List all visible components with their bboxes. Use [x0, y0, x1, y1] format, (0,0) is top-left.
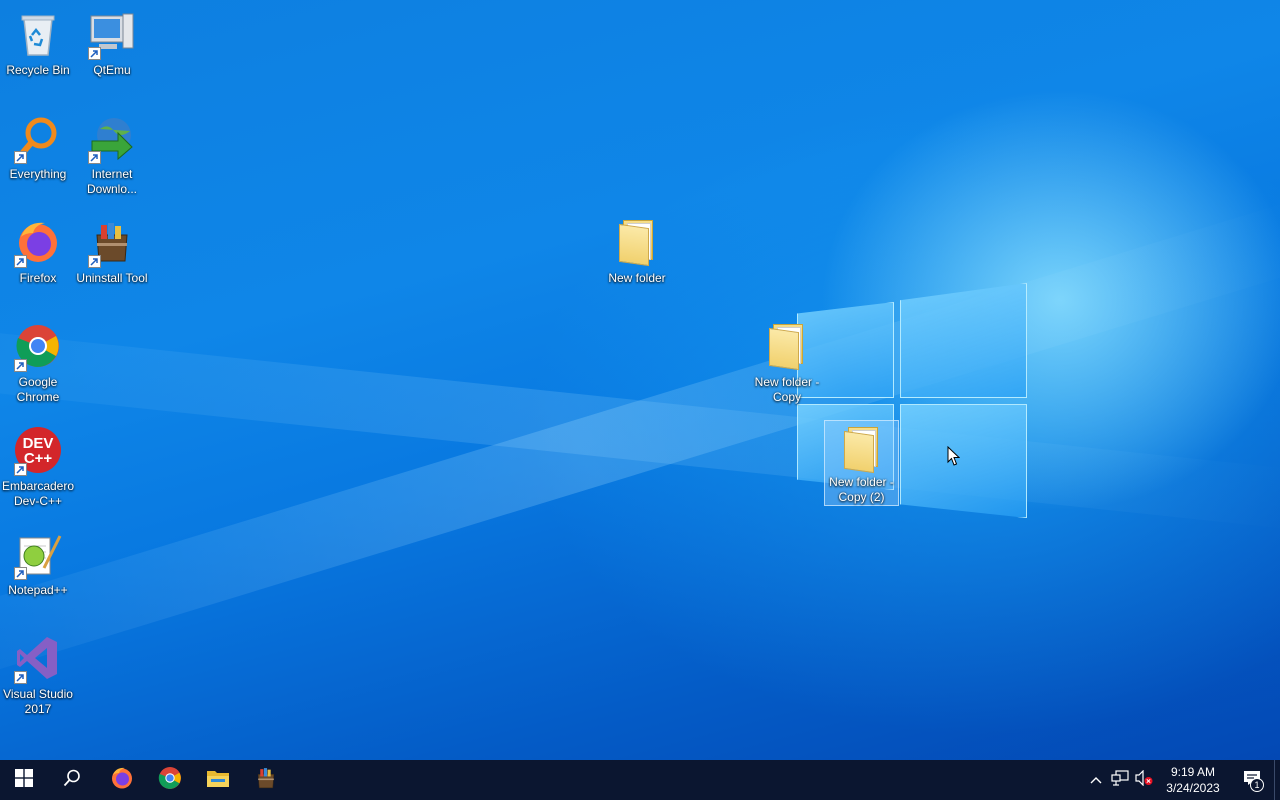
- shortcut-arrow-icon: [14, 671, 27, 684]
- taskbar-clock[interactable]: 9:19 AM 3/24/2023: [1156, 760, 1230, 800]
- shortcut-arrow-icon: [88, 151, 101, 164]
- desktop-icon-new-folder-copy[interactable]: New folder - Copy: [749, 316, 825, 412]
- taskbar-search-button[interactable]: [48, 760, 96, 800]
- desktop-icon-label: Firefox: [19, 271, 57, 285]
- desktop-icon-uninstall-tool[interactable]: Uninstall Tool: [74, 212, 150, 308]
- taskbar-file-explorer-button[interactable]: [194, 760, 242, 800]
- windows-logo-pane: [900, 283, 1027, 398]
- desktop-wallpaper[interactable]: [0, 0, 1280, 760]
- visual-studio-icon: [12, 632, 64, 684]
- shortcut-arrow-icon: [14, 567, 27, 580]
- uninstall-tool-icon: [254, 766, 278, 795]
- firefox-icon: [110, 766, 134, 795]
- desktop-icon-google-chrome[interactable]: Google Chrome: [0, 316, 76, 412]
- shortcut-arrow-icon: [14, 255, 27, 268]
- desktop-icon-visual-studio-2017[interactable]: Visual Studio 2017: [0, 628, 76, 724]
- shortcut-arrow-icon: [88, 255, 101, 268]
- file-explorer-icon: [206, 768, 230, 793]
- volume-button[interactable]: [1132, 760, 1156, 800]
- devcpp-icon: DEV C++: [12, 424, 64, 476]
- desktop-icon-label: QtEmu: [93, 63, 131, 77]
- network-icon: [1111, 769, 1129, 791]
- qtemu-computer-icon: [86, 8, 138, 60]
- shortcut-arrow-icon: [14, 463, 27, 476]
- search-icon: [63, 769, 81, 792]
- taskbar-chrome-button[interactable]: [146, 760, 194, 800]
- desktop-icon-label: Notepad++: [8, 583, 68, 597]
- desktop-icon-internet-download-manager[interactable]: Internet Downlo...: [74, 108, 150, 204]
- chrome-icon: [158, 766, 182, 795]
- start-button[interactable]: [0, 760, 48, 800]
- shortcut-arrow-icon: [14, 151, 27, 164]
- show-hidden-icons-button[interactable]: [1084, 760, 1108, 800]
- show-desktop-button[interactable]: [1274, 760, 1280, 800]
- clock-date: 3/24/2023: [1166, 781, 1220, 795]
- desktop-icon-label: Everything: [9, 167, 67, 181]
- notepadpp-icon: [12, 528, 64, 580]
- windows-logo-pane: [900, 404, 1027, 518]
- desktop-icon-label: Internet Downlo...: [86, 167, 138, 196]
- desktop-icon-label: New folder - Copy: [754, 375, 820, 404]
- start-windows-icon: [15, 768, 33, 792]
- recycle-bin-icon: [12, 8, 64, 60]
- desktop-icon-firefox[interactable]: Firefox: [0, 212, 76, 308]
- desktop-icon-notepad-plus-plus[interactable]: Notepad++: [0, 524, 76, 620]
- network-button[interactable]: [1108, 760, 1132, 800]
- desktop-icon-embarcadero-devcpp[interactable]: DEV C++ Embarcadero Dev-C++: [0, 420, 76, 516]
- desktop-icon-label: New folder - Copy (2): [829, 475, 894, 504]
- desktop-icon-new-folder[interactable]: New folder: [599, 212, 675, 308]
- internet-download-manager-icon: [86, 112, 138, 164]
- mouse-cursor-icon: [947, 445, 961, 472]
- chrome-icon: [12, 320, 64, 372]
- desktop-icon-label: New folder: [608, 271, 666, 285]
- firefox-icon: [12, 216, 64, 268]
- desktop-icon-label: Embarcadero Dev-C++: [1, 479, 75, 508]
- clock-time: 9:19 AM: [1170, 765, 1216, 779]
- shortcut-arrow-icon: [14, 359, 27, 372]
- folder-icon: [611, 216, 663, 268]
- shortcut-arrow-icon: [88, 47, 101, 60]
- desktop-icon-recycle-bin[interactable]: Recycle Bin: [0, 4, 76, 100]
- chevron-up-icon: [1090, 771, 1102, 789]
- desktop-icon-label: Uninstall Tool: [76, 271, 148, 285]
- folder-icon: [761, 320, 813, 372]
- volume-muted-icon: [1135, 769, 1153, 791]
- desktop-icon-label: Recycle Bin: [6, 63, 70, 77]
- desktop-icon-label: Google Chrome: [16, 375, 60, 404]
- desktop-icon-label: Visual Studio 2017: [3, 687, 73, 716]
- taskbar-firefox-button[interactable]: [98, 760, 146, 800]
- wallpaper-light-beam: [0, 313, 1280, 530]
- desktop-icon-everything[interactable]: Everything: [0, 108, 76, 204]
- uninstall-tool-icon: [86, 216, 138, 268]
- everything-search-icon: [12, 112, 64, 164]
- desktop-icon-new-folder-copy-2[interactable]: New folder - Copy (2): [824, 420, 899, 506]
- system-tray: 9:19 AM 3/24/2023 1: [1084, 760, 1280, 800]
- taskbar-uninstall-tool-button[interactable]: [242, 760, 290, 800]
- action-center-button[interactable]: 1: [1230, 760, 1274, 800]
- desktop-icon-qtemu[interactable]: QtEmu: [74, 4, 150, 100]
- folder-icon: [836, 425, 888, 473]
- notification-count-badge: 1: [1250, 778, 1264, 792]
- svg-text:C++: C++: [24, 450, 53, 467]
- taskbar: 9:19 AM 3/24/2023 1: [0, 760, 1280, 800]
